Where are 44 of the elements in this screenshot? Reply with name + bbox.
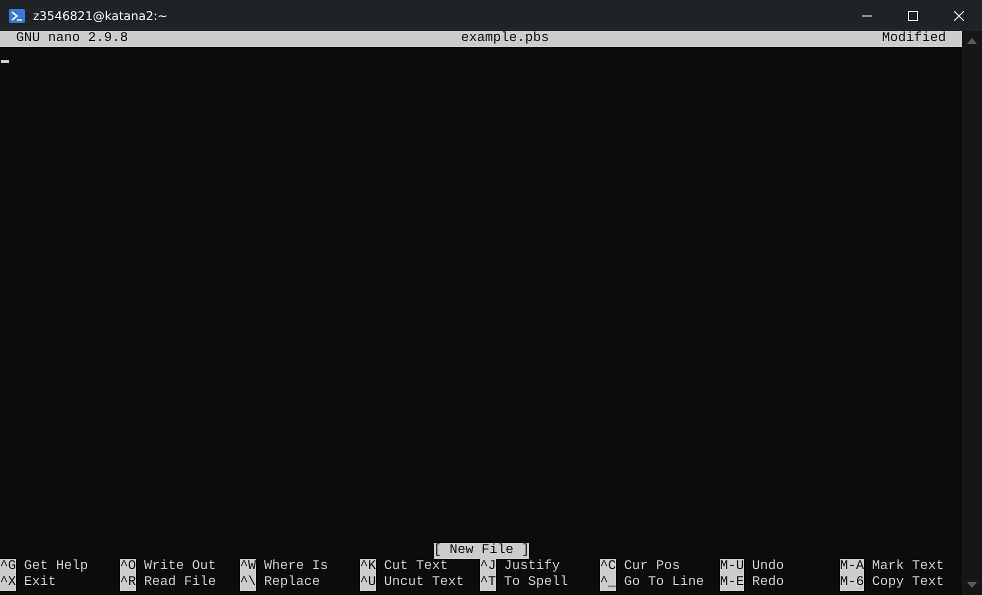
shortcut-label: Undo: [752, 559, 784, 575]
shortcut-key: M-U: [720, 559, 744, 575]
terminal-icon: [9, 8, 25, 22]
close-icon[interactable]: [954, 10, 964, 20]
shortcut-key: ^_: [600, 575, 616, 591]
scroll-up-icon[interactable]: [967, 38, 977, 44]
window-title: z3546821@katana2:~: [33, 8, 168, 22]
shortcut-key: ^K: [360, 559, 376, 575]
shortcut-key: ^G: [0, 559, 16, 575]
shortcut-label: Read File: [144, 575, 216, 591]
shortcut-key: M-A: [840, 559, 864, 575]
shortcut-key: ^U: [360, 575, 376, 591]
shortcut-label: Copy Text: [872, 575, 944, 591]
shortcut-key: ^T: [480, 575, 496, 591]
shortcut-label: To Spell: [504, 575, 568, 591]
text-cursor: [1, 60, 9, 63]
shortcut-label: Mark Text: [872, 559, 944, 575]
shortcut-label: Get Help: [24, 559, 88, 575]
shortcut-key: M-E: [720, 575, 744, 591]
shortcut-key: ^\: [240, 575, 256, 591]
shortcut-key: ^X: [0, 575, 16, 591]
shortcut-key: M-6: [840, 575, 864, 591]
shortcut-key: ^C: [600, 559, 616, 575]
shortcut-label: Where Is: [264, 559, 328, 575]
shortcut-key: ^O: [120, 559, 136, 575]
shortcut-label: Write Out: [144, 559, 216, 575]
shortcut-label: Redo: [752, 575, 784, 591]
shortcut-label: Go To Line: [624, 575, 704, 591]
scrollbar[interactable]: [962, 31, 982, 595]
file-name: example.pbs: [460, 31, 550, 47]
shortcut-label: Exit: [24, 575, 56, 591]
scroll-down-icon[interactable]: [967, 582, 977, 588]
shortcut-key: ^W: [240, 559, 256, 575]
shortcut-label: Cur Pos: [624, 559, 680, 575]
shortcut-label: Uncut Text: [384, 575, 464, 591]
shortcut-key: ^J: [480, 559, 496, 575]
shortcut-key: ^R: [120, 575, 136, 591]
shortcut-label: Replace: [264, 575, 320, 591]
status-message: [ New File ]: [434, 543, 530, 559]
shortcut-label: Justify: [504, 559, 560, 575]
shortcut-label: Cut Text: [384, 559, 448, 575]
maximize-icon[interactable]: [908, 10, 918, 20]
modified-status: Modified: [882, 31, 946, 47]
app-version: GNU nano 2.9.8: [16, 31, 128, 47]
